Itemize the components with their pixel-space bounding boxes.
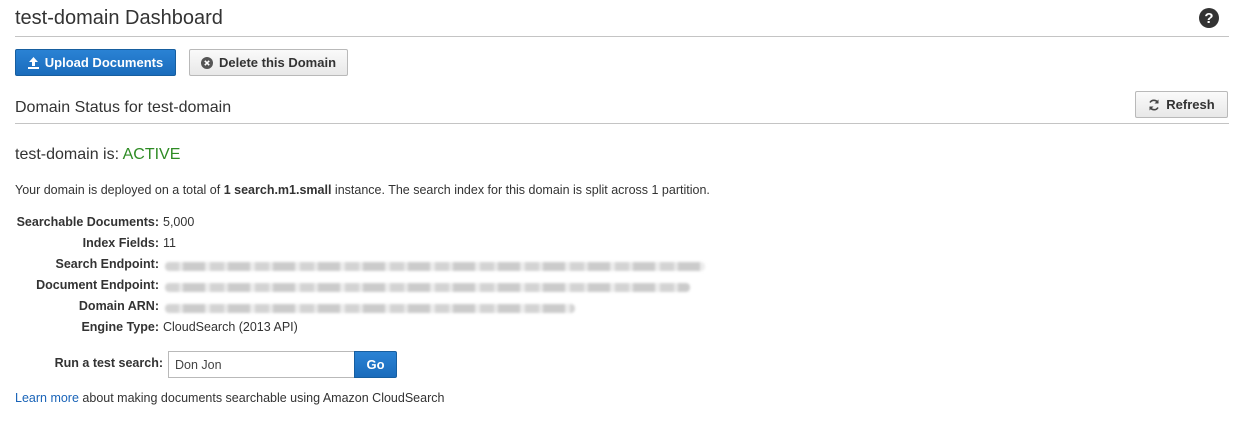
refresh-icon bbox=[1149, 99, 1160, 110]
detail-value: CloudSearch (2013 API) bbox=[163, 320, 298, 334]
refresh-label: Refresh bbox=[1166, 97, 1215, 112]
domain-details: Searchable Documents: 5,000 Index Fields… bbox=[0, 215, 900, 341]
domain-status: test-domain is: ACTIVE bbox=[15, 146, 180, 164]
redacted-domain-arn bbox=[165, 304, 575, 313]
learn-more-link[interactable]: Learn more bbox=[15, 391, 79, 405]
status-value: ACTIVE bbox=[122, 146, 181, 163]
test-search-input[interactable] bbox=[168, 351, 355, 378]
status-prefix: test-domain is: bbox=[15, 146, 123, 163]
section-title: Domain Status for test-domain bbox=[15, 99, 232, 116]
upload-icon bbox=[27, 56, 39, 69]
instance-type: 1 search.m1.small bbox=[223, 183, 332, 197]
refresh-button[interactable]: Refresh bbox=[1135, 91, 1228, 118]
svg-text:?: ? bbox=[1204, 10, 1213, 27]
detail-label: Engine Type: bbox=[81, 320, 159, 334]
section-divider bbox=[15, 123, 1229, 124]
question-circle-icon[interactable]: ? bbox=[1198, 7, 1220, 29]
close-circle-icon bbox=[200, 56, 213, 69]
redacted-search-endpoint bbox=[165, 262, 705, 271]
detail-value: 5,000 bbox=[163, 215, 195, 229]
detail-value: 11 bbox=[163, 236, 176, 250]
description-text: partition. bbox=[658, 183, 710, 197]
upload-documents-button[interactable]: Upload Documents bbox=[15, 49, 176, 76]
go-button[interactable]: Go bbox=[354, 351, 397, 378]
delete-domain-button[interactable]: Delete this Domain bbox=[189, 49, 348, 76]
detail-label: Search Endpoint: bbox=[55, 257, 159, 271]
detail-label: Document Endpoint: bbox=[36, 278, 159, 292]
learn-more-text: Learn more about making documents search… bbox=[15, 391, 444, 405]
delete-domain-label: Delete this Domain bbox=[218, 55, 337, 70]
title-divider bbox=[15, 36, 1229, 37]
description-text: instance. The search index for this doma… bbox=[331, 183, 652, 197]
redacted-document-endpoint bbox=[165, 283, 690, 292]
deployment-description: Your domain is deployed on a total of 1 … bbox=[15, 183, 710, 197]
description-text: Your domain is deployed on a total of bbox=[15, 183, 224, 197]
detail-label: Domain ARN: bbox=[78, 299, 159, 313]
page-title: test-domain Dashboard bbox=[15, 7, 223, 29]
detail-label: Index Fields: bbox=[82, 236, 159, 250]
detail-label: Searchable Documents: bbox=[16, 215, 159, 229]
learn-more-description: about making documents searchable using … bbox=[78, 391, 445, 405]
test-search-label: Run a test search: bbox=[54, 356, 163, 370]
upload-documents-label: Upload Documents bbox=[44, 55, 164, 70]
